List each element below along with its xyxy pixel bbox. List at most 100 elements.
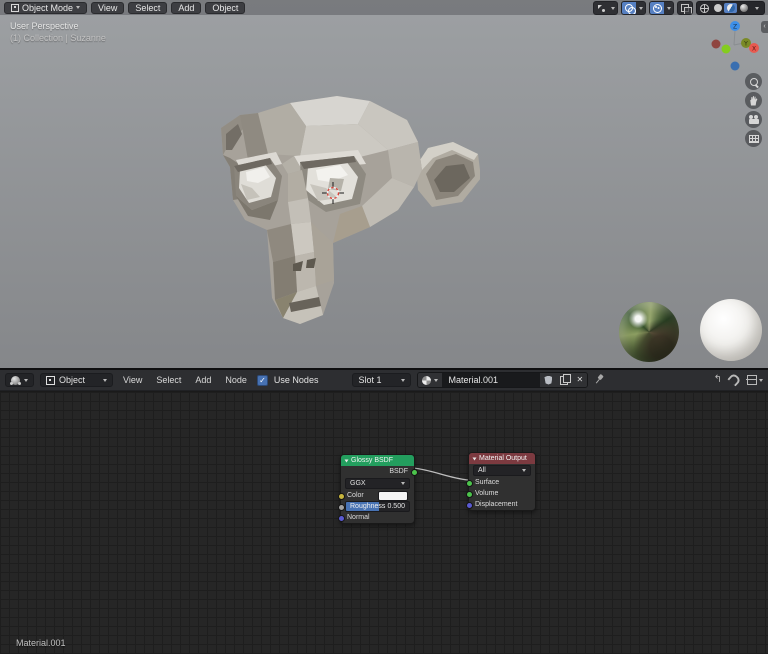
shader-editor-icon	[11, 376, 20, 385]
menu-add[interactable]: Add	[171, 2, 201, 14]
material-name-field[interactable]: Material.001	[442, 373, 540, 387]
sidebar-toggle-arrow[interactable]: ‹	[761, 21, 768, 33]
normal-input-socket[interactable]	[338, 515, 345, 522]
pan-button[interactable]	[745, 92, 762, 109]
menu-node[interactable]: Node	[221, 375, 251, 385]
svg-text:X: X	[752, 46, 756, 53]
new-material-button[interactable]	[556, 373, 572, 387]
shading-sphere-toggle[interactable]	[649, 1, 674, 15]
shading-solid-button[interactable]	[711, 3, 724, 13]
color-swatch[interactable]	[378, 491, 408, 501]
navigation-gizmo[interactable]: Z Y X	[706, 14, 766, 76]
viewport-overlay-text: User Perspective (1) Collection | Suzann…	[10, 20, 106, 44]
bsdf-output-socket[interactable]	[411, 469, 418, 476]
new-material-icon	[560, 376, 568, 385]
normal-input-label: Normal	[347, 514, 370, 521]
zoom-button[interactable]	[745, 73, 762, 90]
material-browse-dropdown[interactable]	[418, 373, 442, 387]
camera-view-button[interactable]	[745, 111, 762, 128]
mode-dropdown[interactable]: Object Mode	[4, 2, 87, 14]
surface-input-socket[interactable]	[466, 480, 473, 487]
gizmos-toggle[interactable]	[593, 1, 618, 15]
color-input-socket[interactable]	[338, 493, 345, 500]
shading-dropdown[interactable]	[750, 3, 763, 13]
hdri-preview-sphere	[619, 302, 679, 362]
suzanne-model[interactable]	[190, 70, 480, 360]
overlays-dropdown[interactable]	[636, 2, 645, 14]
menu-add[interactable]: Add	[191, 375, 215, 385]
shading-lookdev-button[interactable]	[724, 3, 737, 13]
shading-sphere-dropdown[interactable]	[664, 2, 673, 14]
camera-view-icon	[749, 119, 759, 124]
node-glossy-bsdf[interactable]: Glossy BSDF BSDF GGX Color Roughness	[340, 454, 415, 524]
surface-input-label: Surface	[475, 479, 499, 486]
snap-icon	[727, 372, 741, 386]
displacement-input-label: Displacement	[475, 501, 517, 508]
parent-tree-button[interactable]: ↰	[714, 375, 722, 385]
chevron-down-icon	[76, 6, 80, 9]
zoom-icon	[750, 78, 758, 86]
xray-toggle[interactable]	[677, 1, 693, 15]
chevron-down-icon	[639, 7, 643, 10]
blender-window: Object Mode View Select Add Object	[0, 0, 768, 654]
fake-user-button[interactable]	[540, 373, 556, 387]
displacement-input-row: Displacement	[469, 499, 535, 510]
chevron-down-icon	[434, 379, 438, 382]
shading-rendered-button[interactable]	[737, 3, 750, 13]
material-slot-dropdown[interactable]: Slot 1	[352, 373, 411, 387]
roughness-slider[interactable]: Roughness 0.500	[345, 501, 410, 512]
shader-header-right: ↰	[714, 371, 763, 389]
collection-object-label: (1) Collection | Suzanne	[10, 32, 106, 44]
editor-overlays-dropdown[interactable]	[747, 375, 763, 385]
ortho-toggle-button[interactable]	[745, 130, 762, 147]
shader-scope-dropdown[interactable]: Object	[40, 373, 113, 387]
collapse-icon[interactable]	[473, 457, 477, 460]
menu-object[interactable]: Object	[205, 2, 245, 14]
chevron-down-icon	[667, 7, 671, 10]
volume-input-socket[interactable]	[466, 491, 473, 498]
output-node-title: Material Output	[479, 455, 527, 462]
chevron-down-icon	[24, 379, 28, 382]
unlink-material-button[interactable]: ✕	[572, 373, 587, 387]
rendered-shading-icon	[740, 4, 748, 12]
editor-type-dropdown[interactable]	[5, 373, 34, 387]
use-nodes-checkbox[interactable]: ✓	[257, 375, 268, 386]
snap-button[interactable]	[729, 371, 740, 389]
chevron-down-icon	[522, 469, 526, 472]
menu-view[interactable]: View	[119, 375, 146, 385]
roughness-label: Roughness	[350, 502, 385, 511]
xray-icon	[681, 4, 689, 12]
collapse-icon[interactable]	[345, 459, 349, 462]
shader-editor-header: Object View Select Add Node ✓ Use Nodes …	[0, 370, 768, 391]
fake-user-icon	[544, 376, 552, 385]
chevron-down-icon	[755, 7, 759, 10]
shading-wireframe-button[interactable]	[698, 3, 711, 13]
object-data-icon	[46, 376, 55, 385]
gizmos-dropdown[interactable]	[608, 2, 617, 14]
node-material-output[interactable]: Material Output All Surface Volume Displ…	[468, 452, 536, 511]
output-target-dropdown[interactable]: All	[473, 465, 531, 476]
output-node-header[interactable]: Material Output	[469, 453, 535, 464]
color-input-row: Color	[341, 490, 414, 501]
shading-mode-pills	[696, 1, 765, 15]
distribution-dropdown[interactable]: GGX	[345, 478, 410, 489]
distribution-value: GGX	[350, 480, 366, 487]
menu-select[interactable]: Select	[128, 2, 167, 14]
menu-view[interactable]: View	[91, 2, 124, 14]
output-target-value: All	[478, 467, 486, 474]
node-tree-name: Material.001	[16, 638, 66, 648]
svg-text:Z: Z	[733, 24, 737, 31]
mode-label: Object Mode	[22, 3, 73, 13]
bsdf-output-row: BSDF	[341, 466, 414, 477]
node-editor-canvas[interactable]: Glossy BSDF BSDF GGX Color Roughness	[0, 392, 768, 654]
roughness-input-socket[interactable]	[338, 504, 345, 511]
glossy-node-header[interactable]: Glossy BSDF	[341, 455, 414, 466]
displacement-input-socket[interactable]	[466, 502, 473, 509]
wireframe-shading-icon	[700, 4, 709, 13]
pin-button[interactable]	[594, 371, 604, 389]
overlays-toggle[interactable]	[621, 1, 646, 15]
viewport-3d[interactable]: Object Mode View Select Add Object	[0, 0, 768, 369]
menu-select[interactable]: Select	[152, 375, 185, 385]
scope-label: Object	[59, 375, 85, 385]
chevron-down-icon	[401, 379, 405, 382]
